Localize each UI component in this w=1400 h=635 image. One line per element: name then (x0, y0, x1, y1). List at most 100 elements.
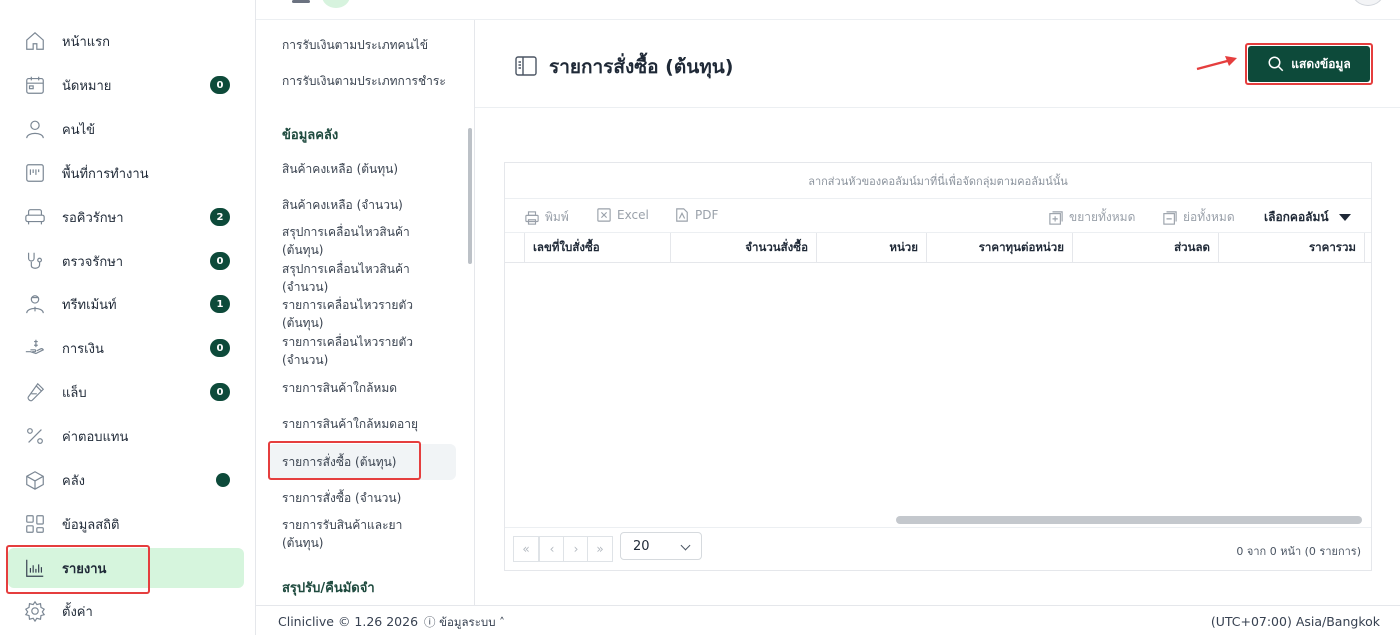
submenu-item[interactable]: สรุปการเคลื่อนไหวสินค้า (ต้นทุน) (268, 223, 418, 259)
collapse-all-button[interactable]: ย่อทั้งหมด (1163, 208, 1235, 227)
sidebar-item-settings[interactable]: ตั้งค่า (8, 591, 244, 631)
sidebar-item-finance[interactable]: การเงิน 0 (8, 328, 244, 368)
percent-icon (24, 425, 46, 447)
caret-down-icon (1338, 214, 1351, 221)
page-info: 0 จาก 0 หน้า (0 รายการ) (1236, 545, 1361, 558)
submenu-item[interactable]: รายการสินค้าใกล้หมดอายุ (268, 415, 456, 433)
grid-icon (24, 513, 46, 535)
home-icon (24, 30, 46, 52)
sidebar-item-label: ค่าตอบแทน (62, 429, 129, 445)
column-header[interactable]: จำนวนสั่งซื้อ (671, 233, 817, 263)
column-header[interactable]: ส่วนลด (1073, 233, 1219, 263)
next-page-button[interactable]: › (563, 536, 589, 562)
workspace-icon (24, 162, 46, 184)
top-bar (256, 0, 1400, 20)
table-header-row: เลขที่ใบสั่งซื้อ จำนวนสั่งซื้อ หน่วย ราค… (505, 233, 1371, 263)
submenu-heading: ข้อมูลคลัง (282, 128, 339, 143)
expand-icon (1049, 210, 1063, 225)
count-badge: 2 (210, 208, 230, 226)
system-info-toggle[interactable]: ⓘ ข้อมูลระบบ ˄ (424, 614, 505, 632)
sidebar-item-label: ทรีทเม้นท์ (62, 297, 117, 313)
page-size-select[interactable]: 20 (620, 532, 702, 560)
book-icon (515, 56, 537, 76)
sidebar-item-label: หน้าแรก (62, 34, 110, 50)
submenu-scrollbar[interactable] (468, 128, 472, 264)
export-excel-button[interactable]: Excel (597, 208, 649, 222)
horizontal-scrollbar[interactable] (896, 516, 1362, 524)
submenu-item[interactable]: รายการเคลื่อนไหวรายตัว (ต้นทุน) (268, 296, 418, 332)
search-icon (1268, 56, 1284, 72)
sidebar-item-statistics[interactable]: ข้อมูลสถิติ (8, 504, 244, 544)
sidebar-item-label: นัดหมาย (62, 78, 112, 94)
grid-toolbar: พิมพ์ Excel PDF ขยายทั้งหมด ย่อทั้งหมด เ… (505, 199, 1371, 233)
data-grid: ลากส่วนหัวของคอลัมน์มาที่นี่เพื่อจัดกลุ่… (504, 162, 1372, 571)
sidebar-item-treatment[interactable]: ทรีทเม้นท์ 1 (8, 284, 244, 324)
submenu-heading: สรุปรับ/คืนมัดจำ (282, 581, 375, 596)
export-pdf-button[interactable]: PDF (675, 208, 718, 222)
sidebar-item-label: พื้นที่การทำงาน (62, 166, 149, 182)
box-icon (24, 469, 46, 491)
expand-all-label: ขยายทั้งหมด (1069, 210, 1136, 224)
sidebar-item-appointments[interactable]: นัดหมาย 0 (8, 65, 244, 105)
column-header[interactable]: ราคาทุนต่อหน่วย (927, 233, 1073, 263)
page-size-value: 20 (633, 538, 650, 554)
prev-page-button[interactable]: ‹ (539, 536, 565, 562)
submenu-item[interactable]: การรับเงินตามประเภทการชำระ (268, 72, 456, 90)
sidebar-item-patients[interactable]: คนไข้ (8, 109, 244, 149)
pdf-icon (676, 208, 688, 222)
header-spacer (505, 233, 525, 263)
menu-toggle-icon[interactable] (292, 0, 310, 3)
excel-icon (597, 208, 611, 222)
sidebar-item-reports[interactable]: รายงาน (8, 548, 244, 588)
chevron-down-icon (680, 540, 691, 551)
printer-icon (525, 210, 539, 225)
print-label: พิมพ์ (545, 210, 569, 224)
submenu-item[interactable]: รายการรับสินค้าและยา (ต้นทุน) (268, 516, 418, 552)
expand-all-button[interactable]: ขยายทั้งหมด (1049, 208, 1135, 227)
app-window: หน้าแรก นัดหมาย 0 คนไข้ พื้นที่การทำงาน … (0, 0, 1400, 635)
submenu-item[interactable]: รายการเคลื่อนไหวรายตัว (จำนวน) (268, 333, 418, 369)
last-page-button[interactable]: » (587, 536, 613, 562)
sidebar-item-inventory[interactable]: คลัง (8, 460, 244, 500)
first-page-button[interactable]: « (513, 536, 539, 562)
timezone-text: (UTC+07:00) Asia/Bangkok (1210, 614, 1380, 629)
choose-columns-label: เลือกคอลัมน์ (1264, 210, 1329, 224)
submenu-item[interactable]: รายการสั่งซื้อ (จำนวน) (268, 489, 456, 507)
doctor-icon (24, 293, 46, 315)
submenu-item[interactable]: สินค้าคงเหลือ (ต้นทุน) (268, 160, 456, 178)
sidebar-item-label: ตรวจรักษา (62, 254, 124, 270)
sidebar-item-workspace[interactable]: พื้นที่การทำงาน (8, 153, 244, 193)
money-hand-icon (24, 337, 46, 359)
sidebar-item-queue[interactable]: รอคิวรักษา 2 (8, 197, 244, 237)
show-data-button[interactable]: แสดงข้อมูล (1248, 46, 1370, 82)
column-header[interactable]: เลขที่ใบสั่งซื้อ (525, 233, 671, 263)
sidebar-item-compensation[interactable]: ค่าตอบแทน (8, 416, 244, 456)
sidebar-item-label: คนไข้ (62, 122, 96, 138)
choose-columns-dropdown[interactable]: เลือกคอลัมน์ (1264, 208, 1351, 227)
report-chart-icon (24, 557, 46, 579)
column-header[interactable]: ราคารวม (1219, 233, 1365, 263)
stethoscope-icon (24, 250, 46, 272)
submenu-item[interactable]: สรุปการเคลื่อนไหวสินค้า (จำนวน) (268, 260, 418, 296)
sidebar-item-home[interactable]: หน้าแรก (8, 21, 244, 61)
submenu-item[interactable]: การรับเงินตามประเภทคนไข้ (268, 36, 456, 54)
sofa-icon (24, 206, 46, 228)
print-button[interactable]: พิมพ์ (525, 208, 569, 227)
show-data-label: แสดงข้อมูล (1291, 56, 1351, 71)
submenu-item[interactable]: สินค้าคงเหลือ (จำนวน) (268, 196, 456, 214)
excel-label: Excel (617, 208, 649, 222)
group-panel[interactable]: ลากส่วนหัวของคอลัมน์มาที่นี่เพื่อจัดกลุ่… (505, 163, 1371, 199)
page-header: รายการสั่งซื้อ (ต้นทุน) แสดงข้อมูล (475, 20, 1400, 108)
count-badge: 1 (210, 295, 230, 313)
sidebar-item-examination[interactable]: ตรวจรักษา 0 (8, 241, 244, 281)
version-text: Cliniclive © 1.26 2026 (278, 614, 419, 629)
count-badge: 0 (210, 76, 230, 94)
sidebar: หน้าแรก นัดหมาย 0 คนไข้ พื้นที่การทำงาน … (0, 0, 256, 635)
avatar[interactable] (1352, 0, 1384, 6)
gear-icon (24, 600, 46, 622)
sidebar-item-lab[interactable]: แล็บ 0 (8, 372, 244, 412)
column-header[interactable]: หน่วย (817, 233, 927, 263)
submenu-item[interactable]: รายการสินค้าใกล้หมด (268, 379, 456, 397)
sidebar-item-label: รายงาน (62, 561, 107, 577)
submenu-item-active[interactable]: รายการสั่งซื้อ (ต้นทุน) (268, 444, 456, 480)
